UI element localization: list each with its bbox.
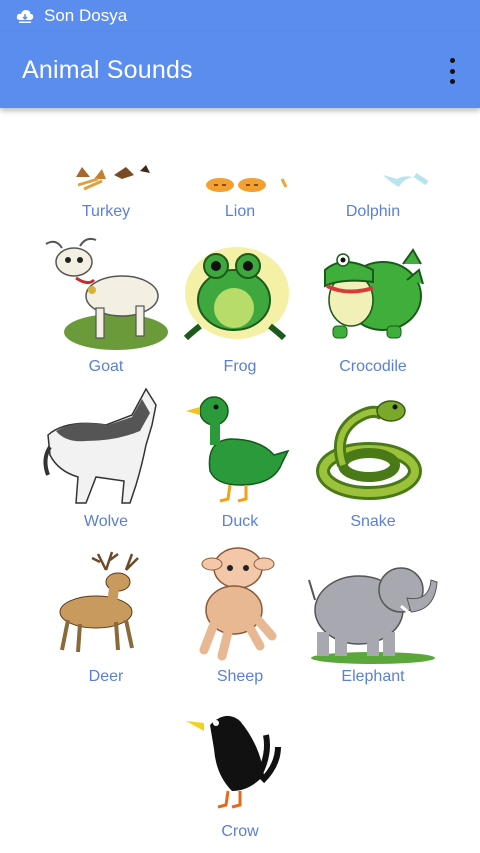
animal-label: Frog — [223, 358, 257, 375]
animal-label: Turkey — [81, 203, 131, 220]
app-bar: Animal Sounds — [0, 32, 480, 108]
animal-item-crocodile[interactable]: Crocodile — [303, 230, 443, 385]
cloud-download-icon — [16, 10, 34, 23]
animal-label: Snake — [350, 513, 396, 530]
animal-grid: Turkey Lion Dolphin Goat Frog Crocodile … — [0, 108, 480, 853]
elephant-image — [303, 540, 443, 665]
animal-label: Crocodile — [339, 358, 407, 375]
animal-item-dolphin[interactable]: Dolphin — [303, 108, 443, 230]
animal-item-crow[interactable]: Crow — [170, 695, 310, 850]
lion-image — [170, 108, 310, 200]
duck-image — [170, 385, 310, 510]
sheep-image — [170, 540, 310, 665]
animal-item-deer[interactable]: Deer — [36, 540, 176, 695]
animal-item-frog[interactable]: Frog — [170, 230, 310, 385]
animal-label: Deer — [88, 668, 124, 685]
animal-label: Sheep — [216, 668, 264, 685]
status-bar: Son Dosya — [0, 0, 480, 32]
animal-item-wolve[interactable]: Wolve — [36, 385, 176, 540]
goat-image — [36, 230, 176, 355]
deer-image — [36, 540, 176, 665]
crocodile-image — [303, 230, 443, 355]
animal-item-duck[interactable]: Duck — [170, 385, 310, 540]
page-title: Animal Sounds — [22, 55, 193, 84]
animal-item-snake[interactable]: Snake — [303, 385, 443, 540]
crow-image — [170, 695, 310, 820]
turkey-image — [36, 108, 176, 200]
snake-image — [303, 385, 443, 510]
animal-item-lion[interactable]: Lion — [170, 108, 310, 230]
animal-label: Goat — [88, 358, 124, 375]
animal-item-elephant[interactable]: Elephant — [303, 540, 443, 695]
animal-label: Lion — [224, 203, 256, 220]
dolphin-image — [303, 108, 443, 200]
animal-label: Dolphin — [345, 203, 401, 220]
overflow-menu-icon[interactable] — [446, 58, 458, 84]
frog-image — [170, 230, 310, 355]
animal-item-sheep[interactable]: Sheep — [170, 540, 310, 695]
status-notification-text: Son Dosya — [44, 6, 128, 25]
animal-label: Wolve — [83, 513, 129, 530]
animal-label: Crow — [221, 823, 259, 840]
animal-item-turkey[interactable]: Turkey — [36, 108, 176, 230]
animal-label: Elephant — [341, 668, 405, 685]
animal-label: Duck — [221, 513, 259, 530]
animal-item-goat[interactable]: Goat — [36, 230, 176, 385]
wolf-image — [36, 385, 176, 510]
